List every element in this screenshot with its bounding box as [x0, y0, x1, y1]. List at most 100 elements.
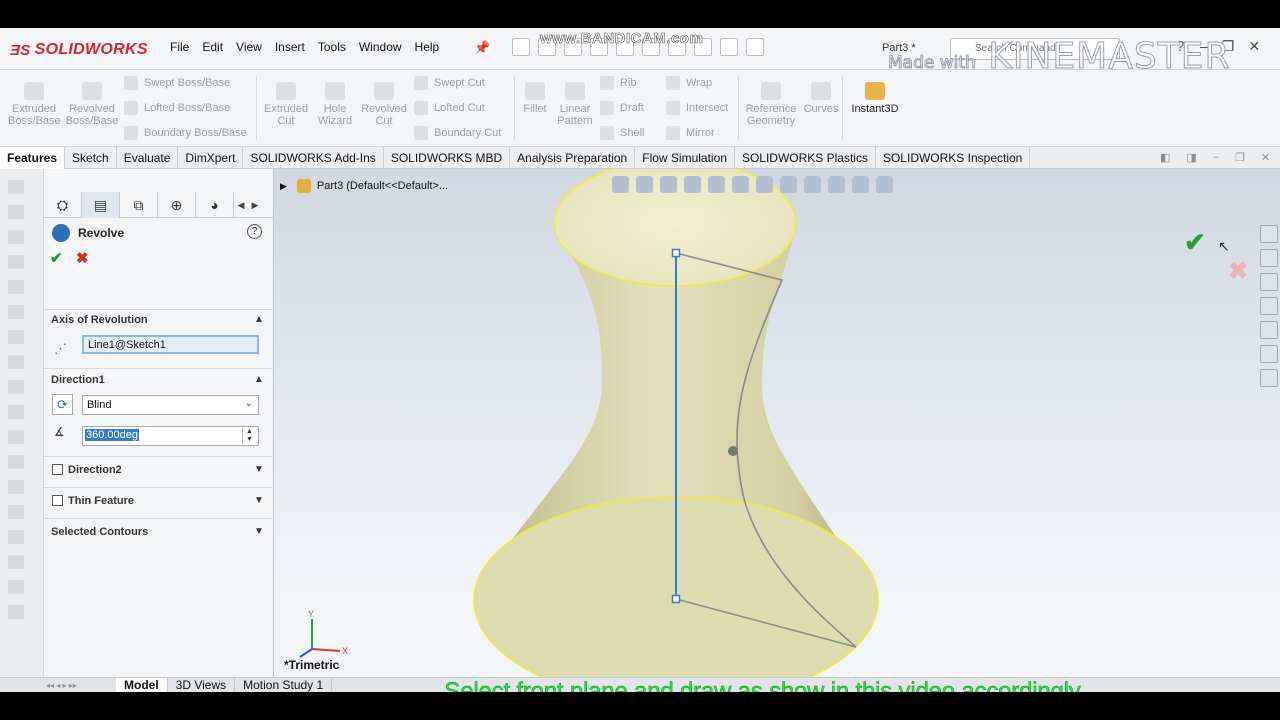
angle-input[interactable]: 360.00deg ▲ ▼: [82, 426, 259, 446]
cancel-x-icon[interactable]: ✖: [76, 249, 89, 267]
configuration-manager-tab[interactable]: ⧉: [120, 192, 158, 218]
direction2-checkbox[interactable]: [52, 464, 63, 475]
display-manager-tab[interactable]: ◕: [196, 192, 234, 218]
cancel-x-icon[interactable]: ✖: [1228, 257, 1248, 286]
axis-section-title[interactable]: Axis of Revolution: [51, 314, 148, 326]
view-palette-icon[interactable]: [1260, 297, 1278, 315]
section-view-icon[interactable]: [684, 176, 701, 193]
axis-selection-field[interactable]: Line1@Sketch1: [82, 335, 259, 354]
pin-icon[interactable]: 📌: [474, 40, 490, 56]
tab-plastics[interactable]: SOLIDWORKS Plastics: [735, 147, 876, 169]
boundary-cut-button[interactable]: Boundary Cut: [414, 126, 501, 140]
tab-sketch[interactable]: Sketch: [65, 147, 117, 169]
tab-inspection[interactable]: SOLIDWORKS Inspection: [876, 147, 1031, 169]
close-icon[interactable]: ✕: [1248, 38, 1260, 55]
expand-arrow-icon[interactable]: ▶: [280, 181, 287, 192]
intersect-button[interactable]: Intersect: [666, 101, 728, 115]
chevron-down-icon[interactable]: ▼: [254, 464, 264, 475]
boundary-boss-button[interactable]: Boundary Boss/Base: [124, 126, 247, 140]
tab-addins[interactable]: SOLIDWORKS Add-Ins: [243, 147, 384, 169]
file-explorer-icon[interactable]: [1260, 273, 1278, 291]
curves-button[interactable]: Curves: [802, 82, 840, 115]
property-manager-tab[interactable]: ▤: [82, 192, 120, 218]
custom-properties-icon[interactable]: [1260, 345, 1278, 363]
view-orientation-icon[interactable]: [732, 176, 749, 193]
lofted-boss-button[interactable]: Lofted Boss/Base: [124, 101, 230, 115]
axis-endpoint-top[interactable]: [671, 248, 681, 258]
menu-insert[interactable]: Insert: [275, 40, 305, 54]
reverse-direction-icon[interactable]: ⟳: [52, 394, 73, 415]
dynamic-annotation-icon[interactable]: [708, 176, 725, 193]
end-condition-select[interactable]: Blind ⌄: [82, 395, 259, 415]
rib-button[interactable]: Rib: [600, 76, 637, 90]
tab-dimxpert[interactable]: DimXpert: [178, 147, 244, 169]
tab-evaluate[interactable]: Evaluate: [117, 147, 179, 169]
apply-scene-icon[interactable]: [828, 176, 845, 193]
tab-mbd[interactable]: SOLIDWORKS MBD: [384, 147, 511, 169]
swept-cut-button[interactable]: Swept Cut: [414, 76, 485, 90]
revolved-boss-button[interactable]: Revolved Boss/Base: [64, 82, 120, 127]
tile-right-icon[interactable]: ◨: [1186, 151, 1196, 164]
lofted-cut-button[interactable]: Lofted Cut: [414, 101, 485, 115]
tab-analysis-preparation[interactable]: Analysis Preparation: [510, 147, 636, 169]
menu-window[interactable]: Window: [359, 40, 402, 54]
doc-minimize-icon[interactable]: –: [1213, 151, 1219, 164]
instant3d-button[interactable]: Instant3D: [846, 82, 904, 115]
doc-close-icon[interactable]: ✕: [1261, 151, 1270, 164]
menu-help[interactable]: Help: [415, 40, 440, 54]
view-settings-icon[interactable]: [852, 176, 869, 193]
solidworks-logo[interactable]: ƎS SOLIDWORKS: [10, 37, 148, 63]
swept-boss-button[interactable]: Swept Boss/Base: [124, 76, 230, 90]
fillet-button[interactable]: Fillet: [518, 82, 552, 115]
hide-show-icon[interactable]: [780, 176, 797, 193]
confirm-check-icon[interactable]: ✔: [1184, 227, 1206, 258]
chevron-up-icon[interactable]: ▲: [254, 374, 264, 385]
hole-wizard-button[interactable]: Hole Wizard: [312, 82, 358, 127]
tab-flow-simulation[interactable]: Flow Simulation: [635, 147, 735, 169]
appearances-icon[interactable]: [1260, 321, 1278, 339]
chevron-down-icon[interactable]: ▼: [254, 526, 264, 537]
tabs-left-arrow-icon[interactable]: ◀: [234, 192, 248, 218]
revolved-cut-button[interactable]: Revolved Cut: [360, 82, 408, 127]
mirror-button[interactable]: Mirror: [666, 126, 715, 140]
extruded-boss-button[interactable]: Extruded Boss/Base: [8, 82, 61, 127]
home-icon[interactable]: [512, 38, 530, 56]
breadcrumb[interactable]: ▶ Part3 (Default<<Default>...: [280, 179, 448, 193]
menu-edit[interactable]: Edit: [202, 40, 223, 54]
options-gear-icon[interactable]: [746, 38, 764, 56]
zoom-to-fit-icon[interactable]: [612, 176, 629, 193]
shell-button[interactable]: Shell: [600, 126, 644, 140]
display-style-icon[interactable]: [756, 176, 773, 193]
chevron-down-icon[interactable]: ▼: [254, 495, 264, 506]
dimxpert-manager-tab[interactable]: ⊕: [158, 192, 196, 218]
help-icon[interactable]: ?: [247, 224, 262, 239]
graphics-area[interactable]: ▶ Part3 (Default<<Default>... ✔ ✖ ↖ Y X …: [274, 169, 1280, 677]
spinner-icon[interactable]: ▲ ▼: [242, 428, 256, 444]
feature-manager-tab[interactable]: ⛭: [44, 192, 82, 218]
menu-view[interactable]: View: [236, 40, 262, 54]
menu-tools[interactable]: Tools: [318, 40, 346, 54]
selected-contours-title[interactable]: Selected Contours: [51, 526, 148, 538]
menu-file[interactable]: File: [170, 40, 189, 54]
draft-button[interactable]: Draft: [600, 101, 644, 115]
linear-pattern-button[interactable]: Linear Pattern: [554, 82, 596, 127]
wrap-button[interactable]: Wrap: [666, 76, 712, 90]
monitor-icon[interactable]: [876, 176, 893, 193]
ok-check-icon[interactable]: ✔: [50, 249, 63, 267]
edit-appearance-icon[interactable]: [804, 176, 821, 193]
design-library-icon[interactable]: [1260, 249, 1278, 267]
reference-geometry-button[interactable]: Reference Geometry: [742, 82, 800, 127]
tabs-right-arrow-icon[interactable]: ▶: [248, 192, 262, 218]
previous-view-icon[interactable]: [660, 176, 677, 193]
thin-feature-checkbox[interactable]: [52, 495, 63, 506]
file-properties-icon[interactable]: [720, 38, 738, 56]
forum-icon[interactable]: [1260, 369, 1278, 387]
zoom-area-icon[interactable]: [636, 176, 653, 193]
tile-left-icon[interactable]: ◧: [1160, 151, 1170, 164]
direction1-section-title[interactable]: Direction1: [51, 374, 105, 386]
chevron-up-icon[interactable]: ▲: [254, 314, 264, 325]
tab-features[interactable]: Features: [0, 147, 66, 169]
axis-endpoint-bottom[interactable]: [671, 594, 681, 604]
solidworks-resources-icon[interactable]: [1260, 225, 1278, 243]
revolved-vase-model[interactable]: [274, 169, 1280, 677]
